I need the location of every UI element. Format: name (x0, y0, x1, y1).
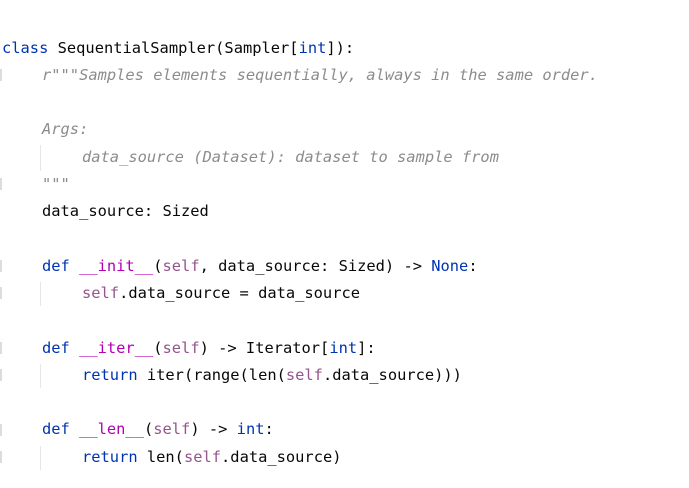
paren-open: ( (153, 339, 163, 357)
self-param: self (162, 257, 200, 275)
code-line-init-def: def __init__(self, data_source: Sized) -… (42, 256, 478, 276)
return-type-none: None (431, 257, 469, 275)
docstring-args: Args: (42, 120, 89, 138)
self-param: self (162, 339, 200, 357)
return-keyword: return (82, 448, 138, 466)
indent-guide (40, 364, 41, 388)
self-ref: self (183, 448, 222, 466)
code-line-iter-body: return iter(range(len(self.data_source))… (82, 365, 462, 385)
gutter-marker (0, 287, 2, 299)
code-line-init-body: self.data_source = data_source (82, 283, 360, 303)
def-keyword: def (42, 339, 70, 357)
return-type-int: int (236, 420, 265, 438)
init-assignment: .data_source = data_source (119, 284, 360, 302)
indent-guide (40, 145, 41, 171)
code-line-class-def: class SequentialSampler(Sampler[int]): (2, 38, 354, 58)
len-expr-start: len( (137, 448, 184, 466)
self-param: self (153, 420, 191, 438)
class-base-close: ]): (326, 39, 355, 57)
init-params: , data_source: Sized) -> (199, 257, 432, 275)
self-ref: self (285, 366, 323, 384)
init-method-name: __init__ (79, 257, 154, 275)
gutter-marker (0, 178, 2, 190)
colon: : (264, 420, 274, 438)
return-type-int: int (329, 339, 358, 357)
gutter-marker (0, 451, 2, 463)
bracket-close: ]: (357, 339, 376, 357)
paren-open: ( (143, 420, 154, 438)
len-expr-end: .data_source) (221, 448, 342, 466)
class-name: SequentialSampler (57, 39, 216, 57)
docstring-param: data_source (Dataset): dataset to sample… (82, 148, 499, 166)
indent-guide (40, 446, 41, 470)
docstring-line-1: r"""Samples elements sequentially, alway… (42, 66, 598, 84)
class-keyword: class (2, 39, 49, 57)
indent-guide (40, 282, 41, 306)
def-keyword: def (42, 420, 70, 438)
gutter-marker (0, 369, 2, 381)
gutter-marker (0, 424, 2, 436)
attr-declaration: data_source: Sized (42, 202, 209, 220)
colon: : (468, 257, 478, 275)
gutter-marker (0, 342, 2, 354)
iter-method-name: __iter__ (79, 339, 154, 357)
iter-expr-start: iter(range(len( (137, 366, 286, 384)
self-ref: self (82, 284, 120, 302)
gutter-marker (0, 69, 2, 81)
docstring-close: """ (42, 175, 70, 193)
class-base-open: (Sampler[ (215, 39, 299, 57)
iter-expr-end: .data_source))) (322, 366, 462, 384)
len-method-name: __len__ (79, 420, 144, 438)
code-editor[interactable]: class SequentialSampler(Sampler[int]): r… (0, 0, 689, 488)
def-keyword: def (42, 257, 70, 275)
gutter-marker (0, 260, 2, 272)
len-signature: ) -> (190, 420, 237, 438)
code-line-len-def: def __len__(self) -> int: (42, 419, 274, 439)
return-keyword: return (82, 366, 138, 384)
paren-open: ( (153, 257, 163, 275)
code-line-iter-def: def __iter__(self) -> Iterator[int]: (42, 338, 376, 358)
code-line-len-body: return len(self.data_source) (82, 447, 342, 467)
iter-signature: ) -> Iterator[ (199, 339, 330, 357)
class-base-type: int (298, 39, 327, 57)
